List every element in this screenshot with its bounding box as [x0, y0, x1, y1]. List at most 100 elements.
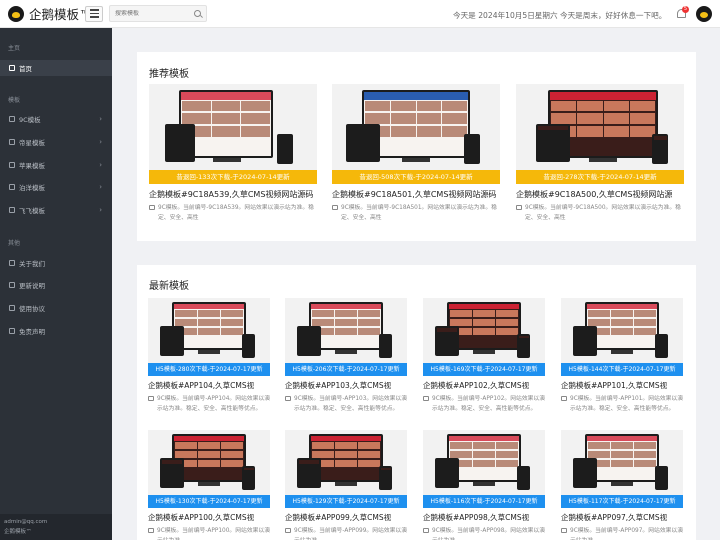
section-title-home: 主页 [8, 45, 21, 52]
download-badge: H5模板-130次下载-于2024-07-17更新 [148, 495, 270, 508]
download-badge: H5模板-280次下载-于2024-07-17更新 [148, 363, 270, 376]
template-description: 9C模板。当前编号-APP104。网站效果以演示站为准。稳定、安全、高性能等优点… [157, 396, 270, 412]
template-thumbnail[interactable]: H5模板-116次下载-于2024-07-17更新 [423, 430, 545, 508]
template-title[interactable]: 企鹅模板#APP102,久草CMS视 [423, 380, 545, 391]
template-thumbnail[interactable]: H5模板-117次下载-于2024-07-17更新 [561, 430, 683, 508]
template-title[interactable]: 企鹅模板#9C18A539,久草CMS视频网站源码 [149, 189, 317, 200]
section-heading: 最新模板 [149, 281, 189, 292]
chevron-right-icon: › [99, 183, 102, 191]
template-thumbnail[interactable]: 昔退回-133次下载-于2024-07-14更新 [149, 84, 317, 184]
section-heading: 推荐模板 [149, 69, 189, 80]
template-card[interactable]: 昔退回-508次下载-于2024-07-14更新 企鹅模板#9C18A501,久… [332, 84, 500, 233]
sidebar-item-changelog[interactable]: 更新说明 [0, 277, 112, 293]
avatar[interactable] [696, 6, 712, 22]
download-badge: H5模板-169次下载-于2024-07-17更新 [423, 363, 545, 376]
chevron-right-icon: › [99, 161, 102, 169]
template-card[interactable]: H5模板-280次下载-于2024-07-17更新 企鹅模板#APP104,久草C… [148, 298, 270, 414]
template-thumbnail[interactable]: 昔退回-278次下载-于2024-07-14更新 [516, 84, 684, 184]
sidebar-item-feifei[interactable]: 飞飞模板 › [0, 202, 112, 218]
template-card[interactable]: H5模板-144次下载-于2024-07-17更新企鹅模板#APP101,久草C… [561, 298, 683, 414]
template-title[interactable]: 企鹅模板#APP099,久草CMS视 [285, 512, 407, 523]
template-thumbnail[interactable]: H5模板-144次下载-于2024-07-17更新 [561, 298, 683, 376]
comment-icon [148, 396, 154, 401]
template-title[interactable]: 企鹅模板#APP100,久草CMS视 [148, 512, 270, 523]
download-badge: 昔退回-133次下载-于2024-07-14更新 [149, 170, 317, 184]
template-thumbnail[interactable]: H5模板-129次下载-于2024-07-17更新 [285, 430, 407, 508]
footer-brand: 企鹅模板™ [4, 529, 32, 535]
template-title[interactable]: 企鹅模板#9C18A501,久草CMS视频网站源码 [332, 189, 500, 200]
template-card[interactable]: H5模板-169次下载-于2024-07-17更新 企鹅模板#APP102,久草C… [423, 298, 545, 414]
template-thumbnail[interactable]: 昔退回-508次下载-于2024-07-14更新 [332, 84, 500, 184]
sidebar-item-about[interactable]: 关于我们 [0, 255, 112, 271]
sidebar-item-terms[interactable]: 使用协议 [0, 300, 112, 316]
comment-icon [561, 396, 567, 401]
sidebar-item-apple[interactable]: 苹果模板 › [0, 157, 112, 173]
search-input[interactable] [115, 10, 194, 17]
menu-toggle-button[interactable] [85, 5, 103, 22]
template-title[interactable]: 企鹅模板#9C18A500,久草CMS视频网站源 [516, 189, 684, 200]
comment-icon [423, 528, 429, 533]
home-icon [9, 65, 15, 71]
template-description: 9C模板。当前编号-APP103。网站效果以演示站为准。稳定、安全、高性能等优点… [294, 396, 407, 412]
template-title[interactable]: 企鹅模板#APP098,久草CMS视 [423, 512, 545, 523]
search-box [109, 5, 207, 22]
template-thumbnail[interactable]: H5模板-169次下载-于2024-07-17更新 [423, 298, 545, 376]
template-description: 9C模板。当前编号-9C18A501。网站效果以演示站为准。稳定、安全、高性 [341, 205, 497, 221]
info-icon [9, 260, 15, 266]
template-title[interactable]: 企鹅模板#APP101,久草CMS视 [561, 380, 683, 391]
sidebar-item-label: 9C模板 [19, 116, 41, 124]
template-title[interactable]: 企鹅模板#APP097,久草CMS视 [561, 512, 683, 523]
template-description: 9C模板。当前编号-APP101。网站效果以演示站为准。稳定、安全、高性能等优点… [570, 396, 683, 412]
template-description: 9C模板。当前编号-APP100。网站效果以演示站为准。 [157, 528, 270, 540]
template-description: 9C模板。当前编号-APP102。网站效果以演示站为准。稳定、安全、高性能等优点… [432, 396, 545, 412]
download-badge: H5模板-117次下载-于2024-07-17更新 [561, 495, 683, 508]
folder-icon [9, 184, 15, 190]
template-card[interactable]: H5模板-206次下载-于2024-07-17更新企鹅模板#APP103,久草C… [285, 298, 407, 414]
recommended-section: 推荐模板 昔退回-133次下载-于2024-07-14更新 企鹅模板#9C18A… [137, 52, 696, 241]
sidebar-item-label: 飞飞模板 [19, 207, 45, 215]
template-card[interactable]: H5模板-116次下载-于2024-07-17更新企鹅模板#APP098,久草C… [423, 430, 545, 540]
document-icon [9, 282, 15, 288]
template-card[interactable]: 昔退回-278次下载-于2024-07-14更新 企鹅模板#9C18A500,久… [516, 84, 684, 233]
sidebar-item-boyang[interactable]: 泊洋模板 › [0, 179, 112, 195]
sidebar-item-label: 更新说明 [19, 282, 45, 290]
sidebar-item-label: 使用协议 [19, 305, 45, 313]
template-thumbnail[interactable]: H5模板-280次下载-于2024-07-17更新 [148, 298, 270, 376]
template-thumbnail[interactable]: H5模板-130次下载-于2024-07-17更新 [148, 430, 270, 508]
penguin-logo-icon [8, 5, 24, 22]
comment-icon [423, 396, 429, 401]
sidebar-item-label: 首页 [19, 65, 32, 73]
brand-name: 企鹅模板™ [29, 7, 92, 22]
template-card[interactable]: H5模板-117次下载-于2024-07-17更新 企鹅模板#APP097,久草C… [561, 430, 683, 540]
template-card[interactable]: H5模板-130次下载-于2024-07-17更新 企鹅模板#APP100,久草C… [148, 430, 270, 540]
template-card[interactable]: H5模板-129次下载-于2024-07-17更新企鹅模板#APP099,久草C… [285, 430, 407, 540]
comment-icon [148, 528, 154, 533]
sidebar-item-dixing[interactable]: 帝星模板 › [0, 134, 112, 150]
comment-icon [516, 205, 522, 210]
comment-icon [285, 528, 291, 533]
date-greeting: 今天是 2024年10月5日星期六 今天是周末，好好休息一下吧。 [453, 11, 667, 20]
sidebar-item-home[interactable]: 首页 [0, 60, 112, 76]
sidebar-item-9c[interactable]: 9C模板 › [0, 111, 112, 127]
template-card[interactable]: 昔退回-133次下载-于2024-07-14更新 企鹅模板#9C18A539,久… [149, 84, 317, 233]
footer-email: admin@qq.com [4, 519, 48, 525]
sidebar: 主页 首页 模板 9C模板 › 帝星模板 › 苹果模板 › 泊洋模板 › 飞飞模… [0, 28, 112, 540]
sidebar-item-label: 泊洋模板 [19, 184, 45, 192]
comment-icon [149, 205, 155, 210]
sidebar-item-disclaimer[interactable]: 免责声明 [0, 323, 112, 339]
shield-icon [9, 328, 15, 334]
document-icon [9, 305, 15, 311]
folder-icon [9, 207, 15, 213]
sidebar-item-label: 关于我们 [19, 260, 45, 268]
template-description: 9C模板。当前编号-APP098。网站效果以演示站为准。 [432, 528, 545, 540]
template-description: 9C模板。当前编号-APP097。网站效果以演示站为准。 [570, 528, 683, 540]
comment-icon [332, 205, 338, 210]
chevron-right-icon: › [99, 206, 102, 214]
template-title[interactable]: 企鹅模板#APP104,久草CMS视 [148, 380, 270, 391]
template-description: 9C模板。当前编号-9C18A500。网站效果以演示站为准。稳定、安全、高性 [525, 205, 681, 221]
download-badge: 昔退回-278次下载-于2024-07-14更新 [516, 170, 684, 184]
template-thumbnail[interactable]: H5模板-206次下载-于2024-07-17更新 [285, 298, 407, 376]
template-title[interactable]: 企鹅模板#APP103,久草CMS视 [285, 380, 407, 391]
search-icon[interactable] [194, 10, 201, 17]
comment-icon [561, 528, 567, 533]
